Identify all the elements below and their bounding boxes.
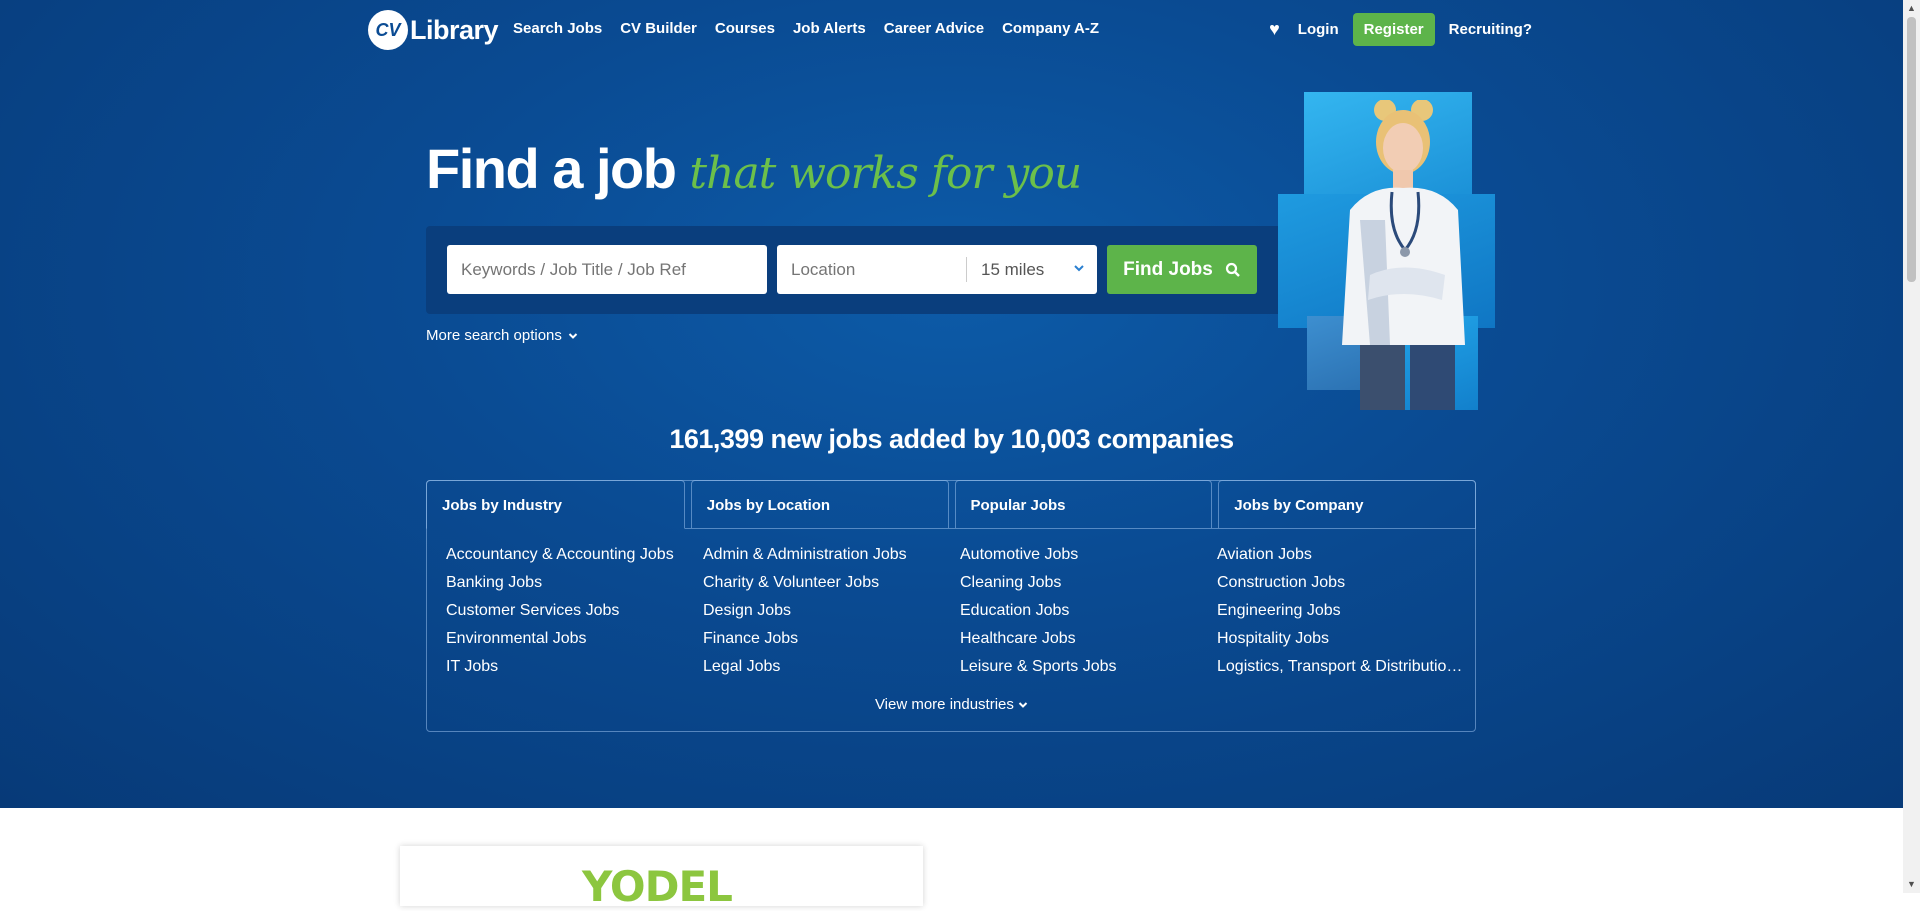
industry-link[interactable]: Construction Jobs	[1217, 573, 1466, 592]
industry-link[interactable]: Hospitality Jobs	[1217, 629, 1466, 648]
find-jobs-label: Find Jobs	[1123, 258, 1213, 280]
industry-link[interactable]: Education Jobs	[960, 601, 1217, 620]
tab-popular-jobs[interactable]: Popular Jobs	[954, 480, 1213, 529]
headline-main: Find a job	[426, 137, 677, 200]
hero-person-image	[1342, 100, 1465, 410]
logo-mark: CV	[368, 10, 408, 50]
nav-job-alerts[interactable]: Job Alerts	[793, 20, 866, 37]
nav-search-jobs[interactable]: Search Jobs	[513, 20, 602, 37]
industry-link[interactable]: Healthcare Jobs	[960, 629, 1217, 648]
radius-select[interactable]: 15 miles	[981, 245, 1044, 294]
browse-tabs: Jobs by Industry Jobs by Location Popula…	[426, 480, 1476, 530]
industry-link[interactable]: Automotive Jobs	[960, 545, 1217, 564]
account-nav: ♥ Login Register Recruiting?	[1269, 13, 1532, 46]
jobs-stats-heading: 161,399 new jobs added by 10,003 compani…	[669, 424, 1234, 454]
industry-link[interactable]: Banking Jobs	[446, 573, 703, 592]
cv-library-logo[interactable]: CV Library	[368, 8, 499, 52]
heart-icon[interactable]: ♥	[1269, 19, 1280, 40]
industry-link[interactable]: Environmental Jobs	[446, 629, 703, 648]
chevron-down-icon	[1018, 702, 1028, 708]
tab-jobs-by-company[interactable]: Jobs by Company	[1218, 480, 1476, 529]
industry-link[interactable]: Finance Jobs	[703, 629, 960, 648]
divider	[966, 257, 967, 282]
industry-link[interactable]: Charity & Volunteer Jobs	[703, 573, 960, 592]
scroll-down-icon[interactable]: ▼	[1903, 876, 1920, 893]
scroll-up-icon[interactable]: ▲	[1903, 0, 1920, 17]
page-scrollbar[interactable]: ▲ ▼	[1903, 0, 1920, 893]
nav-courses[interactable]: Courses	[715, 20, 775, 37]
tab-jobs-by-industry[interactable]: Jobs by Industry	[426, 480, 685, 529]
page-headline: Find a job that works for you	[426, 136, 1082, 201]
login-link[interactable]: Login	[1298, 21, 1339, 38]
location-group: 15 miles	[777, 245, 1097, 294]
scrollbar-thumb[interactable]	[1907, 17, 1916, 282]
industry-link[interactable]: Admin & Administration Jobs	[703, 545, 960, 564]
industry-link[interactable]: Engineering Jobs	[1217, 601, 1466, 620]
more-search-options[interactable]: More search options	[426, 327, 578, 344]
recruiting-link[interactable]: Recruiting?	[1449, 21, 1532, 38]
view-more-industries[interactable]: View more industries	[0, 696, 1903, 713]
tab-jobs-by-location[interactable]: Jobs by Location	[690, 480, 949, 529]
view-more-label: View more industries	[874, 696, 1014, 713]
more-options-label: More search options	[426, 327, 562, 344]
industry-links-grid: Accountancy & Accounting Jobs Admin & Ad…	[446, 545, 1466, 676]
search-icon	[1225, 262, 1240, 277]
tab-gap	[948, 480, 955, 529]
industry-link[interactable]: IT Jobs	[446, 657, 703, 676]
industry-link[interactable]: Aviation Jobs	[1217, 545, 1466, 564]
logo-text: Library	[410, 14, 499, 45]
tab-gap	[684, 480, 691, 529]
industry-link[interactable]: Customer Services Jobs	[446, 601, 703, 620]
industry-link[interactable]: Design Jobs	[703, 601, 960, 620]
register-button[interactable]: Register	[1352, 13, 1435, 46]
location-input[interactable]	[777, 245, 967, 294]
industry-link[interactable]: Accountancy & Accounting Jobs	[446, 545, 703, 564]
industry-link[interactable]: Legal Jobs	[703, 657, 960, 676]
nav-company-a-z[interactable]: Company A-Z	[1002, 20, 1099, 37]
yodel-logo: YODEL	[582, 862, 733, 911]
find-jobs-button[interactable]: Find Jobs	[1107, 245, 1257, 294]
nav-cv-builder[interactable]: CV Builder	[620, 20, 697, 37]
industry-link[interactable]: Logistics, Transport & Distribution Jobs	[1217, 657, 1466, 676]
industry-link[interactable]: Cleaning Jobs	[960, 573, 1217, 592]
chevron-down-icon	[1074, 265, 1084, 272]
main-nav: Search Jobs CV Builder Courses Job Alert…	[513, 20, 1117, 37]
industry-link[interactable]: Leisure & Sports Jobs	[960, 657, 1217, 676]
headline-script: that works for you	[689, 148, 1082, 199]
keywords-input[interactable]	[447, 245, 767, 294]
nav-career-advice[interactable]: Career Advice	[884, 20, 984, 37]
chevron-down-icon	[568, 332, 578, 339]
